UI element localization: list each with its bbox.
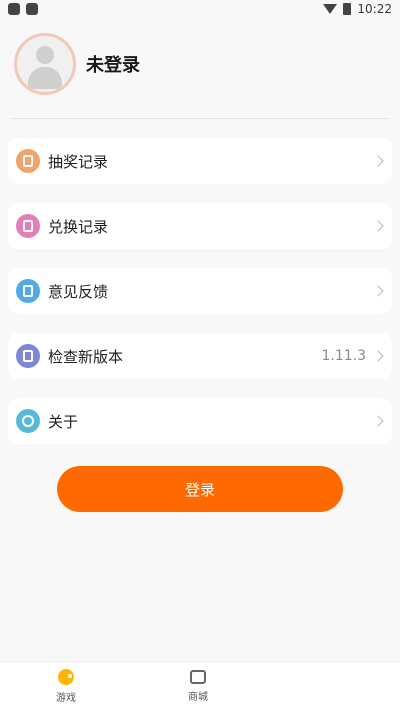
status-time: 10:22 <box>357 2 392 16</box>
menu-label: 关于 <box>48 412 79 431</box>
check-update-icon <box>16 344 40 368</box>
chevron-right-icon <box>372 285 384 297</box>
menu-label: 检查新版本 <box>48 347 124 366</box>
menu-item-exchange-record[interactable]: 兑换记录 <box>8 203 392 249</box>
default-avatar-icon <box>17 36 73 92</box>
wifi-icon <box>323 4 338 14</box>
user-name[interactable]: 未登录 <box>86 51 140 77</box>
menu-item-lottery-record[interactable]: 抽奖记录 <box>8 138 392 184</box>
feedback-icon <box>16 279 40 303</box>
app-notification-icon <box>26 3 38 15</box>
nav-item-games[interactable]: 游戏 <box>0 662 132 710</box>
status-notifications <box>0 3 38 15</box>
avatar[interactable] <box>14 33 76 95</box>
version-value: 1.11.3 <box>321 348 366 364</box>
profile-divider <box>10 118 390 119</box>
chevron-right-icon <box>372 350 384 362</box>
chevron-right-icon <box>372 220 384 232</box>
menu-item-about[interactable]: 关于 <box>8 398 392 444</box>
login-button[interactable]: 登录 <box>57 466 343 512</box>
lottery-record-icon <box>16 149 40 173</box>
chevron-right-icon <box>372 155 384 167</box>
menu-item-check-update[interactable]: 检查新版本 1.11.3 <box>8 333 392 379</box>
chevron-right-icon <box>372 415 384 427</box>
game-icon <box>58 668 74 685</box>
shop-icon <box>190 669 206 684</box>
exchange-record-icon <box>16 214 40 238</box>
nav-item-shop[interactable]: 商城 <box>132 662 264 710</box>
menu-label: 兑换记录 <box>48 217 109 236</box>
profile-header[interactable]: 未登录 <box>14 30 140 98</box>
status-right: 10:22 <box>323 2 400 16</box>
about-icon <box>16 409 40 433</box>
nav-label: 商城 <box>188 691 208 703</box>
status-bar: 10:22 <box>0 0 400 18</box>
nav-label: 游戏 <box>56 692 76 704</box>
bottom-nav: 游戏 商城 <box>0 661 400 710</box>
menu-label: 抽奖记录 <box>48 152 109 171</box>
menu-label: 意见反馈 <box>48 282 109 301</box>
settings-menu: 抽奖记录 兑换记录 意见反馈 检查新版本 1.11.3 关于 <box>8 138 392 463</box>
qq-icon <box>8 3 20 15</box>
battery-icon <box>343 3 352 15</box>
menu-item-feedback[interactable]: 意见反馈 <box>8 268 392 314</box>
